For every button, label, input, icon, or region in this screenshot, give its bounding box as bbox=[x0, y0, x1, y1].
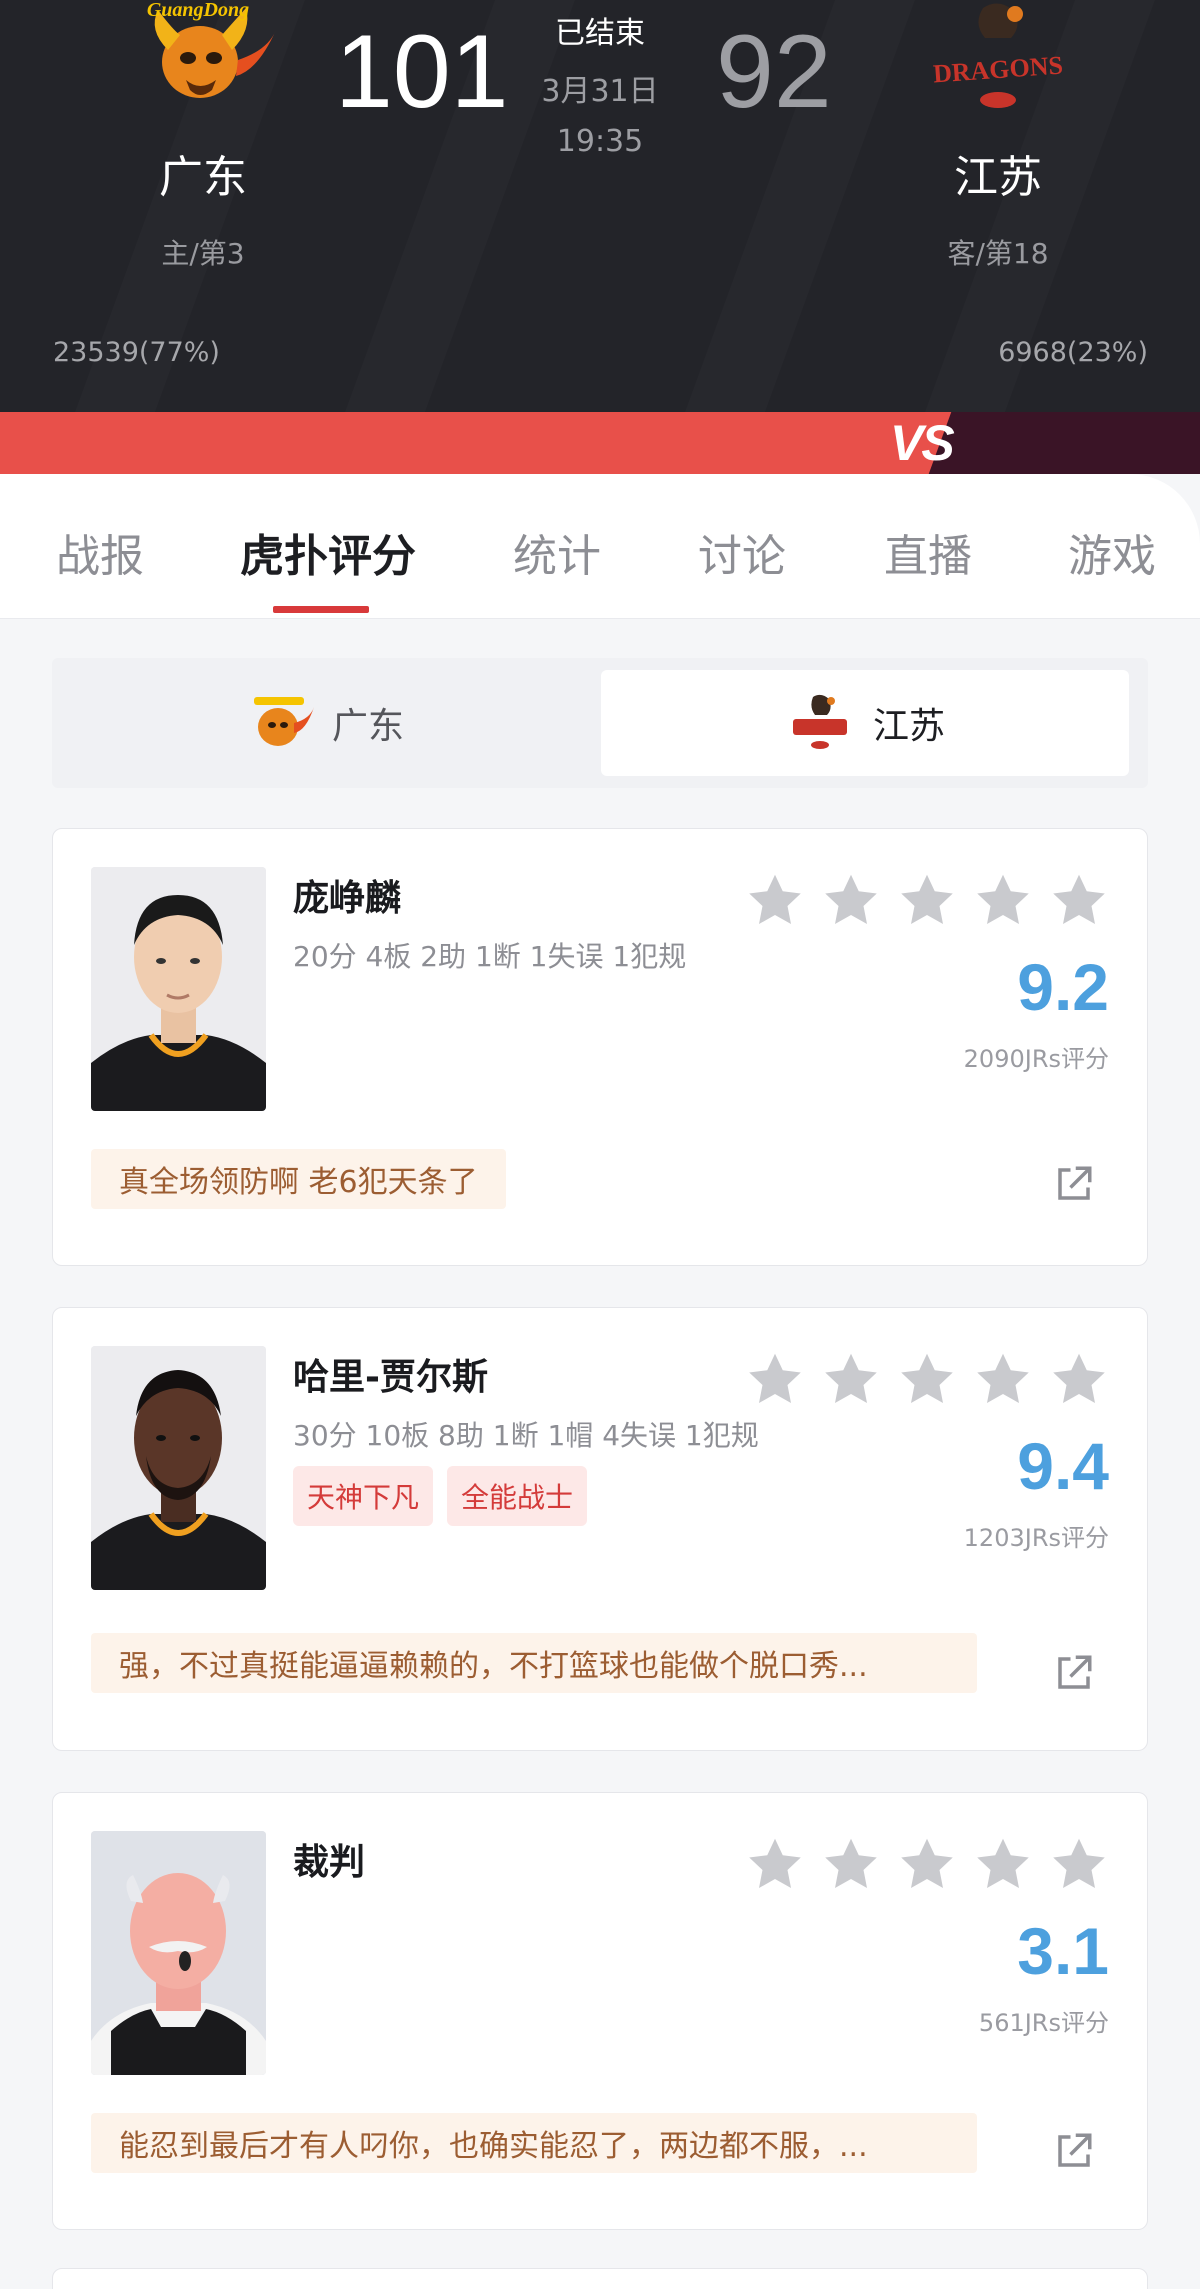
tab-games[interactable]: 游戏 bbox=[1068, 520, 1156, 584]
star-icon[interactable] bbox=[897, 1835, 957, 1895]
star-rating-input[interactable] bbox=[745, 871, 1109, 931]
tab-report[interactable]: 战报 bbox=[56, 520, 144, 584]
referee-avatar bbox=[91, 1831, 266, 2075]
guangdong-tiger-logo: GuangDong bbox=[128, 0, 278, 110]
star-icon[interactable] bbox=[897, 871, 957, 931]
player-name: 哈里-贾尔斯 bbox=[293, 1357, 488, 1398]
share-icon[interactable] bbox=[1053, 2130, 1095, 2172]
share-icon[interactable] bbox=[1053, 1652, 1095, 1694]
star-icon[interactable] bbox=[745, 871, 805, 931]
match-date: 3月31日 bbox=[541, 74, 659, 109]
star-icon[interactable] bbox=[821, 1835, 881, 1895]
tab-bar: 战报 虎扑评分 统计 讨论 直播 游戏 bbox=[0, 474, 1200, 619]
match-status: 已结束 3月31日 19:35 bbox=[500, 8, 700, 159]
star-icon[interactable] bbox=[897, 1350, 957, 1410]
player-photo bbox=[91, 1346, 266, 1590]
star-icon[interactable] bbox=[1049, 1835, 1109, 1895]
away-team-name: 江苏 bbox=[954, 152, 1042, 203]
home-team-rank: 主/第3 bbox=[161, 237, 245, 270]
away-team[interactable]: DRAGONS 江苏 客/第18 bbox=[868, 0, 1128, 272]
player-tags: 天神下凡 全能战士 bbox=[293, 1466, 588, 1526]
toggle-jiangsu[interactable]: 江苏 bbox=[601, 670, 1129, 776]
player-vote-count: 561JRs评分 bbox=[978, 2009, 1109, 2037]
guangdong-mini-logo bbox=[244, 693, 314, 753]
toggle-guangdong-label: 广东 bbox=[331, 706, 404, 747]
home-team-name: 广东 bbox=[159, 152, 247, 203]
player-rating-score: 9.4 bbox=[1017, 1429, 1109, 1503]
player-card[interactable]: 庞峥麟 20分 4板 2助 1断 1失误 1犯规 9.2 2090JRs评分 真… bbox=[52, 828, 1148, 1266]
match-header: GuangDong 广东 主/第3 101 已结束 3月31日 19:35 92… bbox=[0, 0, 1200, 412]
top-comment-text: 真全场领防啊 老6犯天条了 bbox=[119, 1165, 478, 1200]
top-comment[interactable]: 强，不过真挺能逼逼赖赖的，不打篮球也能做个脱口秀... bbox=[91, 1633, 977, 1693]
star-icon[interactable] bbox=[821, 1350, 881, 1410]
player-vote-count: 2090JRs评分 bbox=[963, 1045, 1109, 1073]
toggle-jiangsu-label: 江苏 bbox=[872, 706, 945, 747]
svg-text:GuangDong: GuangDong bbox=[147, 0, 249, 21]
star-icon[interactable] bbox=[973, 871, 1033, 931]
vs-label: VS bbox=[890, 415, 955, 471]
jiangsu-mini-logo bbox=[785, 693, 855, 753]
player-photo bbox=[91, 867, 266, 1111]
home-score: 101 bbox=[335, 14, 509, 130]
team-toggle: 广东 江苏 bbox=[52, 658, 1148, 788]
toggle-guangdong[interactable]: 广东 bbox=[60, 670, 588, 776]
star-icon[interactable] bbox=[745, 1350, 805, 1410]
player-card[interactable]: 哈里-贾尔斯 30分 10板 8助 1断 1帽 4失误 1犯规 天神下凡 全能战… bbox=[52, 1307, 1148, 1751]
player-card[interactable]: 裁判 3.1 561JRs评分 能忍到最后才有人叼你，也确实能忍了，两边都不服，… bbox=[52, 1792, 1148, 2230]
away-team-rank: 客/第18 bbox=[947, 237, 1049, 270]
star-icon[interactable] bbox=[821, 871, 881, 931]
away-support-segment bbox=[928, 412, 1200, 474]
star-icon[interactable] bbox=[973, 1835, 1033, 1895]
player-stats: 30分 10板 8助 1断 1帽 4失误 1犯规 bbox=[293, 1419, 759, 1452]
jiangsu-dragons-logo: DRAGONS bbox=[923, 0, 1073, 110]
share-icon[interactable] bbox=[1053, 1163, 1095, 1205]
home-team[interactable]: GuangDong 广东 主/第3 bbox=[73, 0, 333, 272]
top-comment[interactable]: 能忍到最后才有人叼你，也确实能忍了，两边都不服，... bbox=[91, 2113, 977, 2173]
tab-discussion[interactable]: 讨论 bbox=[698, 520, 786, 584]
player-vote-count: 1203JRs评分 bbox=[963, 1524, 1109, 1552]
player-tag[interactable]: 天神下凡 bbox=[293, 1466, 434, 1526]
star-rating-input[interactable] bbox=[745, 1350, 1109, 1410]
player-stats: 20分 4板 2助 1断 1失误 1犯规 bbox=[293, 940, 687, 973]
player-card[interactable] bbox=[52, 2268, 1148, 2289]
player-rating-score: 3.1 bbox=[1017, 1914, 1109, 1988]
active-tab-indicator bbox=[273, 606, 369, 613]
top-comment-text: 能忍到最后才有人叼你，也确实能忍了，两边都不服，... bbox=[119, 2129, 868, 2164]
match-status-text: 已结束 bbox=[555, 16, 645, 51]
match-time: 19:35 bbox=[556, 124, 644, 159]
support-ratio-bar: VS bbox=[0, 412, 1200, 474]
tab-hupu-rating[interactable]: 虎扑评分 bbox=[240, 520, 416, 584]
player-rating-score: 9.2 bbox=[1017, 950, 1109, 1024]
star-rating-input[interactable] bbox=[745, 1835, 1109, 1895]
star-icon[interactable] bbox=[973, 1350, 1033, 1410]
svg-text:DRAGONS: DRAGONS bbox=[932, 51, 1064, 89]
player-name: 庞峥麟 bbox=[293, 878, 402, 919]
player-name: 裁判 bbox=[293, 1842, 366, 1883]
away-score: 92 bbox=[716, 14, 832, 130]
home-support-count[interactable]: 23539(77%) bbox=[53, 337, 220, 368]
away-support-count[interactable]: 6968(23%) bbox=[998, 337, 1148, 368]
star-icon[interactable] bbox=[1049, 871, 1109, 931]
star-icon[interactable] bbox=[1049, 1350, 1109, 1410]
player-tag[interactable]: 全能战士 bbox=[447, 1466, 588, 1526]
top-comment[interactable]: 真全场领防啊 老6犯天条了 bbox=[91, 1149, 506, 1209]
tab-live[interactable]: 直播 bbox=[884, 520, 972, 584]
top-comment-text: 强，不过真挺能逼逼赖赖的，不打篮球也能做个脱口秀... bbox=[119, 1649, 868, 1684]
star-icon[interactable] bbox=[745, 1835, 805, 1895]
tab-stats[interactable]: 统计 bbox=[513, 520, 601, 584]
